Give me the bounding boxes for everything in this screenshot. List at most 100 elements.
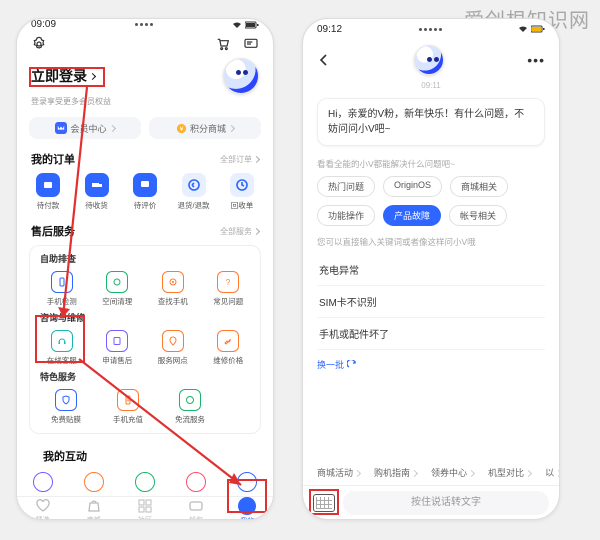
question-sim[interactable]: SIM卡不识别 <box>317 286 545 318</box>
phone-left: 09:09 立即登录 登录享受更多会员权益 会 <box>16 18 274 520</box>
svg-text:¥: ¥ <box>127 398 130 404</box>
interact-item[interactable] <box>23 472 63 492</box>
more-icon[interactable]: ••• <box>527 52 545 68</box>
wrench-icon <box>223 336 233 346</box>
special-title: 特色服务 <box>34 370 256 387</box>
svc-label: 手机检测 <box>47 296 77 307</box>
battery-icon <box>531 25 545 33</box>
self-check-title: 自助排查 <box>34 252 256 269</box>
login-button[interactable]: 立即登录 <box>31 66 95 86</box>
service-box: 自助排查 手机检测 空间清理 查找手机 ? 常见问题 咨询与维修 在线客服 申请售… <box>29 245 261 434</box>
pill-label: 会员中心 <box>70 122 106 135</box>
special-freeflow[interactable]: 免流服务 <box>166 389 214 425</box>
status-bar: 09:12 <box>303 19 559 39</box>
chip-originos[interactable]: OriginOS <box>383 176 442 197</box>
refresh-button[interactable]: 换一批 <box>303 352 559 377</box>
self-phone-check[interactable]: 手机检测 <box>38 271 86 307</box>
consult-repair-price[interactable]: 维修价格 <box>204 330 252 366</box>
orders-title: 我的订单 <box>31 151 75 167</box>
vip-center-pill[interactable]: 会员中心 <box>29 117 141 139</box>
interact-item[interactable] <box>125 472 165 492</box>
self-find-phone[interactable]: 查找手机 <box>149 271 197 307</box>
svc-label: 手机充值 <box>113 414 143 425</box>
question-icon: ? <box>223 277 233 287</box>
quick-compare[interactable]: 机型对比 <box>488 466 531 479</box>
locate-icon <box>168 277 178 287</box>
voice-input[interactable]: 按住说话转文字 <box>343 491 549 515</box>
refund-icon <box>187 178 201 192</box>
consult-title: 咨询与维修 <box>34 311 256 328</box>
svc-label: 免流服务 <box>175 414 205 425</box>
settings-icon[interactable] <box>31 36 47 52</box>
heart-icon <box>35 498 51 514</box>
quick-coupon[interactable]: 领券中心 <box>431 466 474 479</box>
wallet-tab-icon <box>188 498 204 514</box>
tab-featured[interactable]: 精选 <box>17 497 68 520</box>
question-charging[interactable]: 充电异常 <box>317 254 545 286</box>
quick-links: 商城活动 购机指南 领券中心 机型对比 以 <box>303 460 559 485</box>
self-storage-clean[interactable]: 空间清理 <box>93 271 141 307</box>
status-time: 09:09 <box>31 19 56 30</box>
input-bar: 按住说话转文字 <box>303 485 559 519</box>
chip-fault[interactable]: 产品故障 <box>383 205 441 226</box>
cart-icon[interactable] <box>215 36 231 52</box>
consult-service-point[interactable]: 服务网点 <box>149 330 197 366</box>
order-recycle[interactable]: 回收单 <box>221 173 263 211</box>
interact-item[interactable] <box>176 472 216 492</box>
svg-text:¥: ¥ <box>180 125 184 132</box>
chip-hot[interactable]: 热门问题 <box>317 176 375 197</box>
tab-label: 精选 <box>36 515 50 520</box>
form-icon <box>112 336 122 346</box>
chip-function[interactable]: 功能操作 <box>317 205 375 226</box>
keyboard-icon[interactable] <box>313 494 335 512</box>
interact-item[interactable] <box>74 472 114 492</box>
comment-icon <box>139 179 151 191</box>
order-refund[interactable]: 退货/退款 <box>173 173 215 211</box>
order-pending-pay[interactable]: 待付款 <box>27 173 69 211</box>
topup-icon: ¥ <box>123 395 133 405</box>
quick-more[interactable]: 以 <box>545 466 559 479</box>
special-recharge[interactable]: ¥ 手机充值 <box>104 389 152 425</box>
phone-icon <box>57 277 67 287</box>
interact-item[interactable] <box>227 472 267 492</box>
bag-icon <box>86 498 102 514</box>
headset-icon <box>57 336 67 346</box>
message-icon[interactable] <box>243 36 259 52</box>
svc-label: 常见问题 <box>213 296 243 307</box>
svc-label: 在线客服 <box>47 355 77 366</box>
consult-apply-service[interactable]: 申请售后 <box>93 330 141 366</box>
order-pending-review[interactable]: 待评价 <box>124 173 166 211</box>
service-more[interactable]: 全部服务 <box>220 226 259 237</box>
tab-wallet[interactable]: 钱包 <box>171 497 222 520</box>
orders-more[interactable]: 全部订单 <box>220 154 259 165</box>
tab-mall[interactable]: 商城 <box>68 497 119 520</box>
chip-account[interactable]: 帐号相关 <box>449 205 507 226</box>
consult-online-service[interactable]: 在线客服 <box>38 330 86 366</box>
chip-mall[interactable]: 商城相关 <box>450 176 508 197</box>
quick-guide[interactable]: 购机指南 <box>374 466 417 479</box>
quick-activity[interactable]: 商城活动 <box>317 466 360 479</box>
svc-label: 空间清理 <box>102 296 132 307</box>
data-icon <box>185 395 195 405</box>
coin-icon: ¥ <box>176 123 187 134</box>
service-title: 售后服务 <box>31 223 75 239</box>
tab-bar: 精选 商城 社区 钱包 我的 <box>17 496 273 520</box>
points-mall-pill[interactable]: ¥ 积分商城 <box>149 117 261 139</box>
svc-label: 服务网点 <box>158 355 188 366</box>
tab-community[interactable]: 社区 <box>119 497 170 520</box>
wifi-icon <box>232 21 242 29</box>
svc-label: 免费贴膜 <box>51 414 81 425</box>
back-icon[interactable] <box>317 53 331 67</box>
tab-mine[interactable]: 我的 <box>222 497 273 520</box>
order-label: 退货/退款 <box>177 200 209 211</box>
avatar[interactable] <box>223 58 259 94</box>
question-broken[interactable]: 手机或配件坏了 <box>317 318 545 350</box>
shield-icon <box>61 395 71 405</box>
status-dots <box>135 23 153 26</box>
refresh-label: 换一批 <box>317 358 344 371</box>
battery-icon <box>245 21 259 29</box>
self-faq[interactable]: ? 常见问题 <box>204 271 252 307</box>
special-film[interactable]: 免费贴膜 <box>42 389 90 425</box>
order-pending-receive[interactable]: 待收货 <box>76 173 118 211</box>
grid-icon <box>137 498 153 514</box>
